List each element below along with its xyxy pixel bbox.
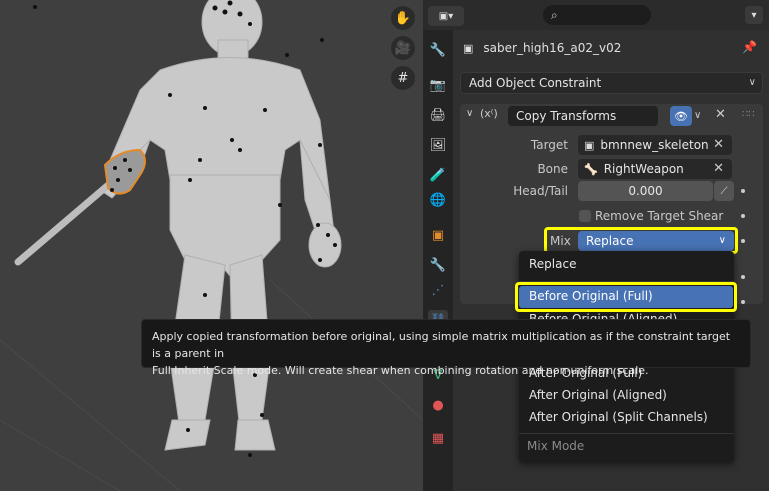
mix-label: Mix <box>550 234 571 248</box>
add-object-constraint-label: Add Object Constraint <box>469 76 602 90</box>
tooltip-line-2: Full Inherit Scale mode. Will create she… <box>152 364 649 377</box>
head-tail-value: 0.000 <box>628 184 663 198</box>
constraint-type-icon: (x⁽) <box>480 107 498 120</box>
properties-header: ▣▾ ⌕ ▾ <box>423 0 769 30</box>
particles-tab-icon[interactable]: ⋰ <box>428 280 448 300</box>
output-tab-icon[interactable]: 🖨 <box>428 105 448 125</box>
material-tab-icon[interactable]: ● <box>428 395 448 415</box>
3d-viewport[interactable]: ✋ 🎥 # <box>0 0 423 491</box>
clear-icon[interactable]: ✕ <box>713 161 724 176</box>
view-layer-tab-icon[interactable]: 🖼 <box>428 135 448 155</box>
menu-separator <box>519 433 734 434</box>
eye-icon[interactable]: 👁 <box>670 106 692 126</box>
chevron-down-icon: ∨ <box>748 77 756 88</box>
chevron-down-icon[interactable]: ∨ <box>694 110 701 121</box>
hand-icon[interactable]: ✋ <box>391 6 415 30</box>
menu-item-after-original-aligned[interactable]: After Original (Aligned) <box>529 388 667 402</box>
keyframe-dot-icon[interactable] <box>741 239 745 243</box>
target-label: Target <box>530 138 568 152</box>
texture-tab-icon[interactable]: ▦ <box>428 428 448 448</box>
object-name: saber_high16_a02_v02 <box>483 41 622 55</box>
viewport-tools: ✋ 🎥 # <box>391 6 415 90</box>
close-icon[interactable]: ✕ <box>715 107 726 122</box>
keyframe-dot-icon[interactable] <box>741 300 745 304</box>
editor-type-selector[interactable]: ▣▾ <box>428 6 464 26</box>
chevron-down-icon[interactable]: ▾ <box>745 6 763 24</box>
menu-footer-label: Mix Mode <box>527 439 585 453</box>
scene-tab-icon[interactable]: 🧪 <box>428 165 448 185</box>
remove-target-shear-label: Remove Target Shear <box>595 209 724 223</box>
remove-target-shear-checkbox[interactable] <box>579 210 591 222</box>
keyframe-dot-icon[interactable] <box>741 214 745 218</box>
clear-icon[interactable]: ✕ <box>713 137 724 152</box>
constraint-name-field[interactable]: Copy Transforms <box>508 106 658 126</box>
search-icon: ⌕ <box>551 7 558 22</box>
properties-tabs: 🔧 📷 🖨 🖼 🧪 🌐 ▣ 🔧 ⋰ ⛓ ∇ ● ▦ <box>423 30 453 491</box>
menu-item-replace[interactable]: Replace <box>529 257 576 271</box>
target-field[interactable]: ▣ bmnnew_skeleton ✕ <box>578 135 732 155</box>
render-tab-icon[interactable]: 📷 <box>428 75 448 95</box>
constraint-name: Copy Transforms <box>516 109 617 123</box>
object-tab-icon[interactable]: ▣ <box>428 225 448 245</box>
follow-bbone-icon[interactable]: ⟋ <box>714 181 734 201</box>
object-icon: ▣ <box>463 41 474 55</box>
world-tab-icon[interactable]: 🌐 <box>428 190 448 210</box>
keyframe-dot-icon[interactable] <box>741 189 745 193</box>
head-tail-label: Head/Tail <box>513 184 568 198</box>
keyframe-dot-icon[interactable] <box>741 275 745 279</box>
bone-field[interactable]: 🦴 RightWeapon ✕ <box>578 159 732 179</box>
menu-item-after-original-split[interactable]: After Original (Split Channels) <box>529 410 708 424</box>
search-input[interactable]: ⌕ <box>543 5 651 25</box>
pin-icon[interactable]: 📌 <box>742 40 757 54</box>
object-icon: ▣ <box>584 138 595 152</box>
menu-selection-highlight <box>515 282 737 312</box>
menu-item-before-original-aligned[interactable]: Before Original (Aligned) <box>529 312 677 319</box>
tooltip-line-1: Apply copied transformation before origi… <box>152 330 731 360</box>
bone-icon: 🦴 <box>584 162 598 176</box>
collapse-chevron-icon[interactable]: ∨ <box>466 108 473 119</box>
bone-label: Bone <box>537 162 568 176</box>
target-value: bmnnew_skeleton <box>600 138 709 152</box>
chevron-down-icon: ∨ <box>718 235 726 246</box>
grid-icon[interactable]: # <box>391 66 415 90</box>
constraint-header: ∨ (x⁽) Copy Transforms 👁 ∨ ✕ ∷∷ <box>460 104 763 128</box>
mix-mode-value: Replace <box>586 234 634 248</box>
camera-icon[interactable]: 🎥 <box>391 36 415 60</box>
character-mesh <box>99 0 342 451</box>
add-object-constraint-dropdown[interactable]: Add Object Constraint ∨ <box>460 72 763 94</box>
tool-tab-icon[interactable]: 🔧 <box>428 40 448 60</box>
head-tail-slider[interactable]: 0.000 <box>578 181 713 201</box>
bone-value: RightWeapon <box>603 162 684 176</box>
modifier-tab-icon[interactable]: 🔧 <box>428 255 448 275</box>
object-name-row: ▣ saber_high16_a02_v02 <box>463 38 621 58</box>
mix-mode-select[interactable]: Replace ∨ <box>578 231 734 251</box>
viewport-scene <box>0 0 423 491</box>
saber-object <box>14 148 146 266</box>
drag-handle-icon[interactable]: ∷∷ <box>742 109 755 120</box>
tooltip: Apply copied transformation before origi… <box>141 319 751 377</box>
